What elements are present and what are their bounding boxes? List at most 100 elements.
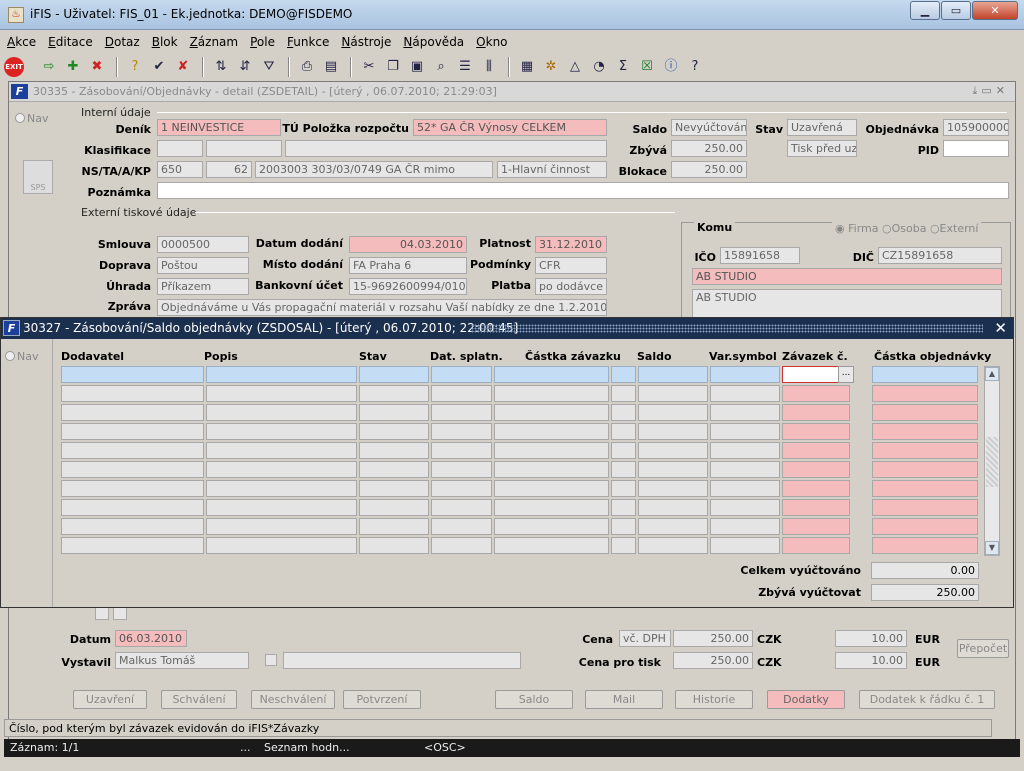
grid-cell[interactable] [611, 537, 636, 554]
close-icon[interactable]: ✕ [994, 319, 1007, 337]
grid-cell[interactable] [431, 423, 492, 440]
grid-cell[interactable] [611, 385, 636, 402]
grid-cell[interactable] [206, 537, 357, 554]
grid-cell[interactable] [206, 461, 357, 478]
bankovni-ucet-field[interactable]: 15-9692600994/0100 [349, 278, 467, 295]
firma-address-field[interactable]: AB STUDIO [692, 289, 1002, 319]
grid-cell[interactable] [611, 442, 636, 459]
scroll-down-icon[interactable]: ▼ [985, 541, 999, 555]
vystavil-field[interactable]: Malkus Tomáš [115, 652, 249, 669]
saldo-button[interactable]: Saldo [495, 690, 573, 709]
grid-cell[interactable] [872, 480, 978, 497]
osoba-radio[interactable]: ○Osoba [882, 222, 926, 235]
paste-icon[interactable]: ▣ [406, 56, 428, 78]
grid-cell[interactable] [710, 480, 780, 497]
saldo-field[interactable]: Nevyúčtováno [671, 119, 747, 136]
cena-eur-field[interactable]: 10.00 [835, 630, 907, 647]
grid-cell[interactable] [638, 461, 708, 478]
tu-polozka-field[interactable]: 52* GA ČR Výnosy CELKEM [413, 119, 607, 136]
grid-cell[interactable] [61, 404, 204, 421]
celkem-vyuctovano-field[interactable]: 0.00 [871, 562, 979, 579]
lov-ellipsis-button[interactable]: ... [838, 366, 854, 383]
grid-cell[interactable] [206, 404, 357, 421]
grid-cell[interactable] [638, 499, 708, 516]
grid-cell[interactable] [638, 537, 708, 554]
prepocet-button[interactable]: Přepočet [957, 639, 1009, 658]
grid-cell[interactable] [206, 518, 357, 535]
menu-pole[interactable]: Pole [243, 31, 280, 49]
menu-okno[interactable]: Okno [469, 31, 512, 49]
menu-funkce[interactable]: Funkce [280, 31, 334, 49]
grid-cell[interactable] [611, 404, 636, 421]
sum-icon[interactable]: Σ [612, 56, 634, 78]
grid-cell[interactable] [494, 442, 609, 459]
grid-cell[interactable] [61, 499, 204, 516]
firma-radio[interactable]: ◉ Firma [835, 222, 878, 235]
grid-cell[interactable] [782, 385, 850, 402]
grid-cell[interactable] [782, 461, 850, 478]
zbyva-field[interactable]: 250.00 [671, 140, 747, 157]
cena-field[interactable]: 250.00 [673, 630, 753, 647]
grid-cell[interactable] [431, 404, 492, 421]
grid-cell[interactable] [638, 385, 708, 402]
menu-akce[interactable]: Akce [0, 31, 41, 49]
grid-cell[interactable] [638, 480, 708, 497]
grid-cell[interactable] [431, 480, 492, 497]
grid-cell[interactable] [611, 499, 636, 516]
podminky-field[interactable]: CFR [535, 257, 607, 274]
firma-name-field[interactable]: AB STUDIO [692, 268, 1002, 285]
klasifikace-field-3[interactable] [285, 140, 607, 157]
schvaleni-button[interactable]: Schválení [161, 690, 237, 709]
grid-cell[interactable] [638, 423, 708, 440]
grid-cell[interactable] [872, 442, 978, 459]
grid-cell[interactable] [431, 537, 492, 554]
grid-cell[interactable] [431, 385, 492, 402]
grid-cell[interactable] [782, 499, 850, 516]
grid-cell[interactable] [61, 385, 204, 402]
grid-cell[interactable] [61, 366, 204, 383]
smlouva-field[interactable]: 0000500 [157, 236, 249, 253]
filter-icon[interactable]: ⛛ [258, 56, 280, 78]
grid-cell[interactable] [872, 366, 978, 383]
datum-dodani-field[interactable]: 04.03.2010 [349, 236, 467, 253]
stav-field[interactable]: Uzavřená [787, 119, 857, 136]
pid-field[interactable] [943, 140, 1009, 157]
grid-cell[interactable] [710, 537, 780, 554]
grid-cell[interactable] [494, 518, 609, 535]
misto-dodani-field[interactable]: FA Praha 6 [349, 257, 467, 274]
klasifikace-field-1[interactable] [157, 140, 203, 157]
grid-cell[interactable] [61, 480, 204, 497]
note-field[interactable] [283, 652, 521, 669]
exit-icon[interactable]: EXIT [4, 57, 24, 77]
menu-editace[interactable]: Editace [41, 31, 98, 49]
grid-cell[interactable] [494, 480, 609, 497]
grid-cell[interactable] [359, 499, 429, 516]
grid-cell[interactable] [431, 461, 492, 478]
uzavreni-button[interactable]: Uzavření [73, 690, 147, 709]
minimize-button[interactable]: ▁ [910, 1, 940, 20]
grid-cell[interactable] [206, 442, 357, 459]
grid-cell[interactable] [494, 366, 609, 383]
grid-cell[interactable] [611, 366, 636, 383]
doprava-field[interactable]: Poštou [157, 257, 249, 274]
ns-field-4[interactable]: 1-Hlavní činnost [497, 161, 607, 178]
grid-cell[interactable] [359, 366, 429, 383]
grid-cell[interactable] [431, 366, 492, 383]
grid-cell[interactable] [710, 385, 780, 402]
neschvaleni-button[interactable]: Neschválení [251, 690, 335, 709]
grid-cell[interactable] [494, 499, 609, 516]
sort-desc-icon[interactable]: ⇵ [234, 56, 256, 78]
blokace-field[interactable]: 250.00 [671, 161, 747, 178]
datum-field[interactable]: 06.03.2010 [115, 630, 187, 647]
grid-cell[interactable] [61, 461, 204, 478]
grid-cell[interactable] [431, 499, 492, 516]
grid-cell[interactable] [710, 442, 780, 459]
grid-cell[interactable] [710, 366, 780, 383]
grid-cell[interactable] [359, 423, 429, 440]
denik-field[interactable]: 1 NEINVESTICE [157, 119, 281, 136]
historie-button[interactable]: Historie [675, 690, 753, 709]
menu-napoveda[interactable]: Nápověda [396, 31, 469, 49]
dodatek-k-radku-button[interactable]: Dodatek k řádku č. 1 [859, 690, 995, 709]
grid-cell[interactable] [61, 442, 204, 459]
grid-cell[interactable] [638, 442, 708, 459]
